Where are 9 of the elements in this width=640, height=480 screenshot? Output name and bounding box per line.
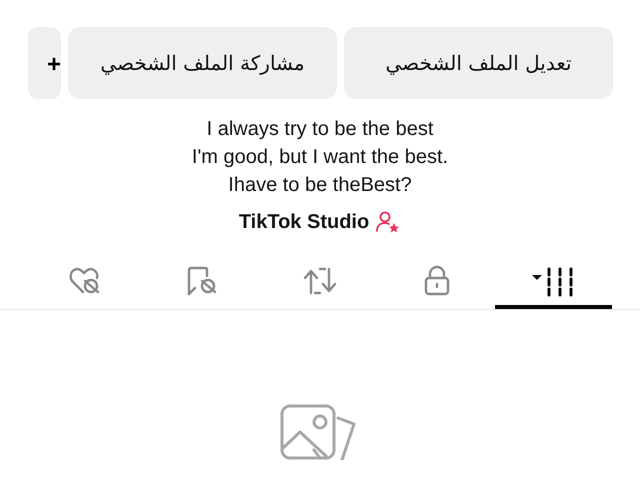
studio-link[interactable]: TikTok Studio bbox=[238, 207, 370, 237]
bio-line: I always try to be the best bbox=[206, 117, 434, 142]
repost-icon bbox=[302, 265, 338, 297]
person-star-icon bbox=[375, 210, 402, 234]
profile-action-button[interactable]: مشاركة الملف الشخصي bbox=[68, 27, 337, 99]
profile-action-button[interactable]: تعديل الملف الشخصي bbox=[344, 27, 613, 99]
bio-line: Ihave to be theBest? bbox=[228, 173, 412, 198]
add-button[interactable]: + bbox=[28, 27, 61, 99]
bio-line: I'm good, but I want the best. bbox=[192, 145, 448, 170]
